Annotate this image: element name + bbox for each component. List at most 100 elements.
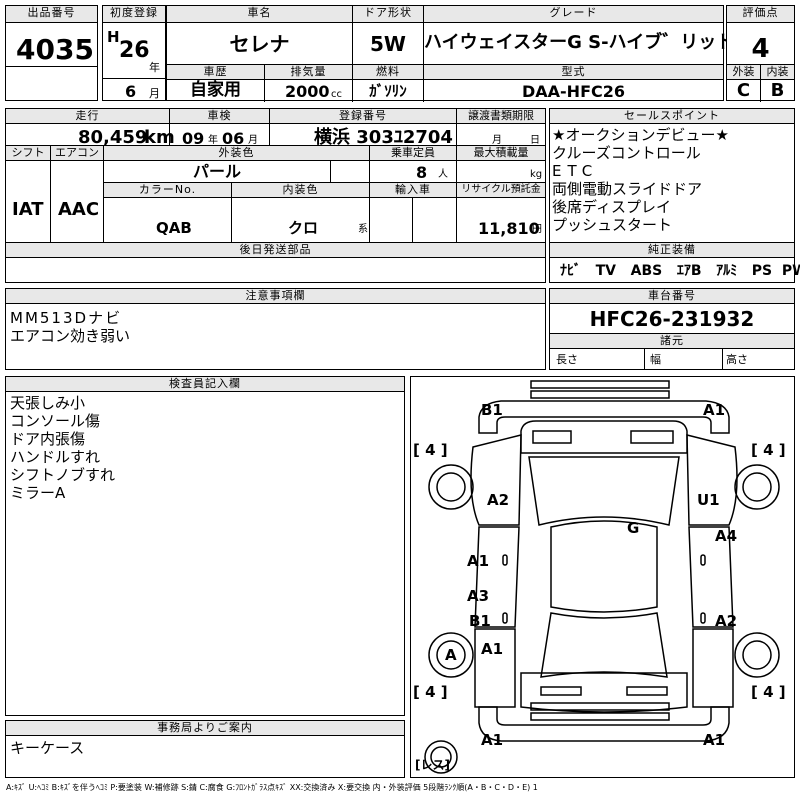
first-reg-year-unit: 年 [149, 61, 160, 74]
spec-length-label: 長さ [556, 353, 578, 366]
damage-front-right: A1 [703, 401, 726, 419]
door-label: ドア形状 [353, 6, 423, 22]
transfer-deadline-label: 譲渡書類期限 [457, 109, 545, 123]
aircon-label: エアコン [51, 146, 103, 160]
exterior-score: C [736, 80, 751, 101]
later-parts-label: 後日発送部品 [6, 243, 545, 257]
sales-point-item: プッシュスタート [552, 216, 673, 234]
capacity-unit: 人 [438, 169, 448, 180]
car-outline [424, 380, 780, 774]
lot-number: 4035 [16, 33, 94, 66]
exterior-color-label: 外装色 [104, 146, 369, 160]
max-load-unit: kg [530, 169, 543, 180]
first-reg-year: 26 [119, 38, 150, 63]
import-label: 輸入車 [370, 183, 456, 197]
office-item: キーケース [10, 739, 85, 757]
exterior-color: パール [192, 162, 241, 181]
history-label: 車歴 [167, 65, 264, 79]
equipment-item: ﾅﾋﾞ [560, 263, 581, 279]
damage-left-slide-upper: A3 [467, 587, 490, 605]
door-type: 5W [370, 32, 406, 56]
tire-front-right: [ 4 ] [751, 441, 786, 459]
interior-score: B [770, 80, 785, 101]
aircon-value: AAC [58, 199, 100, 220]
office-label: 事務局よりご案内 [6, 721, 404, 735]
tire-rear-right: [ 4 ] [751, 683, 786, 701]
sales-points-box: セールスポイント ★オークションデビュー★ クルーズコントロール ETC 両側電… [549, 108, 800, 283]
damage-front-left: B1 [481, 401, 503, 419]
tire-rear-left: [ 4 ] [413, 683, 448, 701]
fuel-label: 燃料 [353, 65, 423, 79]
inspector-item: ミラーA [10, 484, 66, 502]
spec-width-label: 幅 [650, 353, 661, 366]
note-item: エアコン効き弱い [10, 327, 131, 345]
damage-left-rear-wheel: A [445, 646, 457, 664]
damage-diagram: B1 A1 A2 U1 G A1 A4 A3 B1 A2 A A1 A1 A1 … [410, 376, 795, 778]
notes-list: MM513Dナビ エアコン効き弱い [10, 309, 130, 345]
chassis-number: HFC26-231932 [589, 307, 755, 331]
recycle-label: リサイクル預託金 [457, 183, 545, 197]
damage-left-fender: A2 [487, 491, 510, 509]
score-value: 4 [751, 34, 770, 64]
interior-color: クロ [288, 219, 319, 237]
chassis-label: 車台番号 [550, 289, 794, 303]
sales-points-label: セールスポイント [550, 109, 794, 123]
tire-front-left: [ 4 ] [413, 441, 448, 459]
registration-label: 登録番号 [270, 109, 456, 123]
capacity-label: 乗車定員 [370, 146, 456, 160]
grade-label: グレード [424, 6, 723, 22]
equipment-item: ｱﾙﾐ [716, 263, 738, 279]
first-reg-label: 初度登録 [103, 6, 165, 22]
legend: A:ｷｽﾞ U:ﾍｺﾐ B:ｷｽﾞを伴うﾍｺﾐ P:要塗装 W:補修跡 S:錆 … [6, 783, 538, 792]
chassis-box: 車台番号 HFC26-231932 諸元 長さ 幅 高さ [549, 288, 795, 370]
sales-point-item: 後席ディスプレイ [552, 198, 671, 216]
car-name-label: 車名 [167, 6, 352, 22]
color-no-label: カラーNo. [104, 183, 231, 197]
lot-box: 出品番号 4035 [5, 5, 98, 101]
damage-rear-right: A1 [703, 731, 726, 749]
model-label: 型式 [424, 65, 723, 79]
equipment-item: ABS [630, 263, 663, 279]
damage-rear-left: A1 [481, 731, 504, 749]
office-box: 事務局よりご案内 キーケース [5, 720, 405, 778]
interior-score-label: 内装 [761, 65, 794, 79]
damage-left-rear-quarter: A1 [481, 640, 504, 658]
inspector-item: ドア内張傷 [10, 430, 86, 448]
equipment-list: ﾅﾋﾞ TV ABS ｴｱB ｱﾙﾐ PS PW [560, 264, 800, 278]
vehicle-box: 車名 ドア形状 グレード セレナ 5W ハイウェイスターG S-ハイブ゛リット゛… [166, 5, 753, 102]
specs-label: 諸元 [550, 334, 794, 348]
shift-value: IAT [12, 199, 44, 220]
shift-label: シフト [6, 146, 50, 160]
displacement-label: 排気量 [265, 65, 352, 79]
capacity-value: 8 [416, 163, 428, 182]
damage-left-front-door: A1 [467, 552, 490, 570]
displacement-value: 2000 [285, 82, 330, 101]
sales-point-item: クルーズコントロール [552, 144, 701, 162]
grade: ハイウェイスターG S-ハイブ゛リット゛ [424, 32, 753, 53]
interior-color-unit: 系 [358, 224, 368, 235]
office-list: キーケース [10, 739, 84, 757]
first-reg-month-unit: 月 [149, 87, 160, 100]
sales-point-item: ★オークションデビュー★ [552, 126, 729, 144]
interior-color-label: 内装色 [232, 183, 369, 197]
sales-point-item: ETC [552, 162, 599, 180]
notes-box: 注意事項欄 MM513Dナビ エアコン効き弱い [5, 288, 546, 370]
displacement-unit: cc [331, 89, 342, 100]
sales-point-item: 両側電動スライドドア [552, 180, 703, 198]
notes-label: 注意事項欄 [6, 289, 545, 303]
inspector-item: シフトノブすれ [10, 466, 116, 484]
damage-roof: G [627, 519, 640, 537]
lot-label: 出品番号 [6, 6, 97, 22]
spare-tire: [レス] [415, 758, 450, 772]
score-label: 評価点 [727, 6, 794, 22]
recycle-unit: 円 [532, 224, 542, 235]
car-name: セレナ [229, 32, 290, 56]
inspector-item: ハンドルすれ [10, 448, 101, 466]
inspection-label: 車検 [170, 109, 269, 123]
color-number: QAB [156, 219, 192, 237]
fuel-type: ｶﾞｿﾘﾝ [369, 82, 407, 100]
equipment-item: TV [595, 263, 617, 279]
first-reg-month: 6 [125, 82, 137, 101]
inspector-item: 天張しみ小 [10, 394, 86, 412]
damage-right-front-door: A4 [715, 527, 738, 545]
